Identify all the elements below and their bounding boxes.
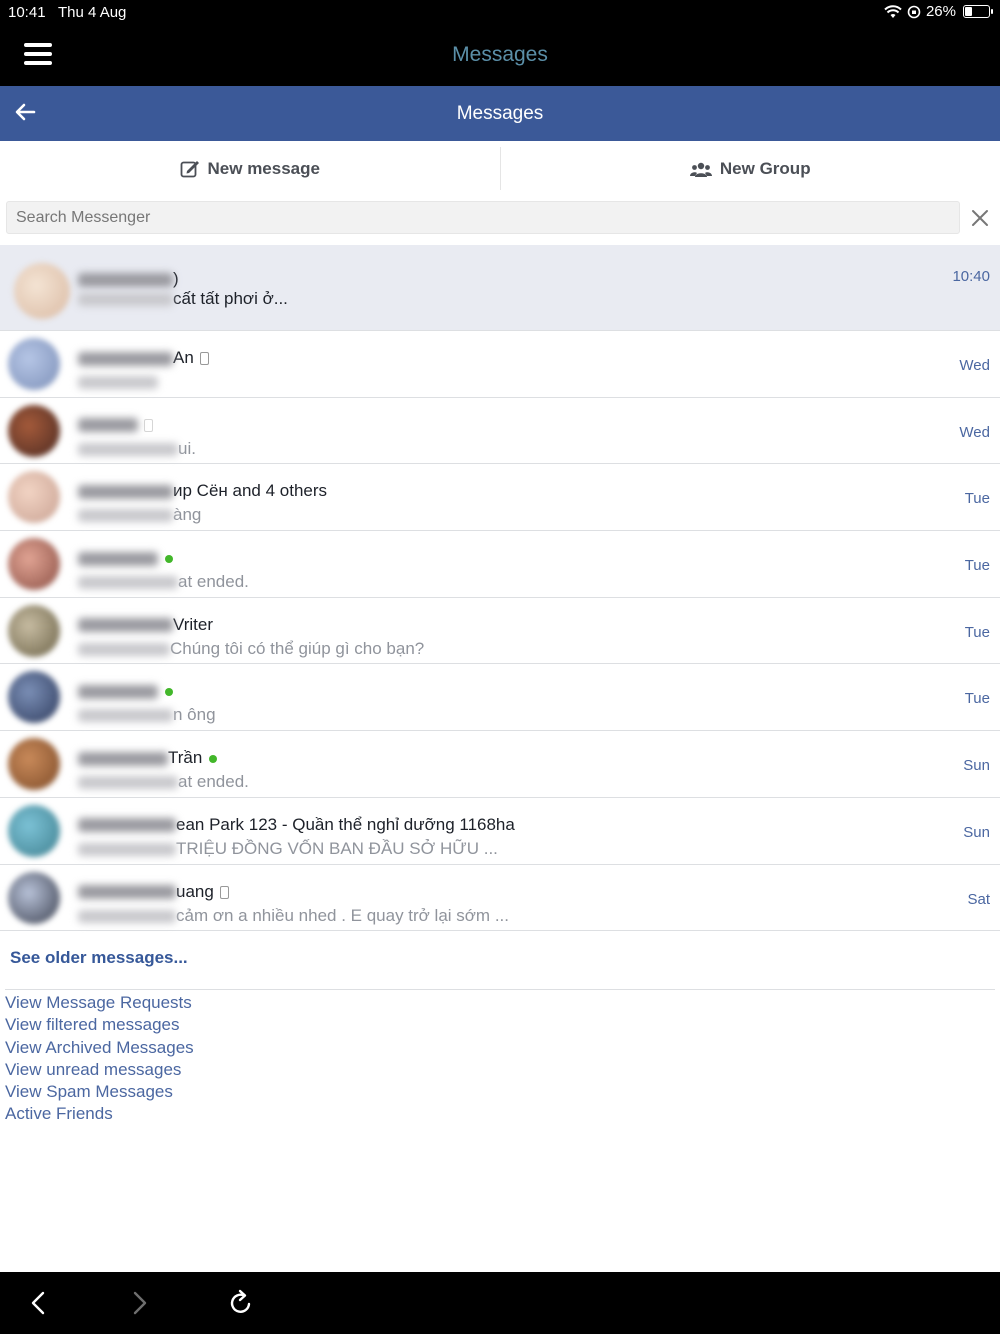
thread-item[interactable]: ) cất tất phơi ở... 10:40 [0,245,1000,331]
thread-item[interactable]: ui. Wed [0,398,1000,465]
link-filtered-messages[interactable]: View filtered messages [5,1014,194,1036]
thread-name [78,415,153,435]
thread-snippet: àng [78,505,201,525]
avatar [8,604,60,657]
thread-item[interactable]: An Wed [0,331,1000,398]
avatar [8,871,60,924]
thread-snippet: ui. [78,439,196,459]
browser-toolbar [0,1272,1000,1334]
status-date: Thu 4 Aug [58,4,127,21]
link-archived-messages[interactable]: View Archived Messages [5,1037,194,1059]
mobile-icon [144,418,153,432]
new-message-button[interactable]: New message [0,141,500,196]
app-title: Messages [452,43,548,66]
mobile-icon [219,885,229,899]
new-message-label: New message [207,158,320,178]
thread-time: Tue [964,490,990,508]
avatar [8,671,60,724]
thread-name: Trần [78,748,218,768]
new-group-label: New Group [719,158,811,178]
thread-time: Sun [963,757,990,775]
battery-icon [963,5,993,18]
avatar [14,263,70,319]
wifi-icon [884,4,902,18]
link-message-requests[interactable]: View Message Requests [5,992,194,1014]
thread-snippet: at ended. [78,572,249,592]
thread-time: Wed [959,423,990,441]
thread-snippet: at ended. [78,772,249,792]
thread-time: Sat [967,890,990,908]
thread-snippet: Chúng tôi có thể giúp gì cho bạn? [78,639,424,659]
thread-snippet: n ông [78,705,216,725]
reload-icon[interactable] [226,1288,256,1318]
thread-name: Vriter [78,615,213,635]
link-unread-messages[interactable]: View unread messages [5,1059,194,1081]
thread-item[interactable]: n ông Tue [0,664,1000,732]
thread-item[interactable]: ean Park 123 - Quần thể nghỉ dưỡng 1168h… [0,798,1000,865]
link-spam-messages[interactable]: View Spam Messages [5,1081,194,1103]
thread-snippet: cất tất phơi ở... [78,289,288,309]
message-links: View Message Requests View filtered mess… [5,992,194,1126]
thread-snippet: TRIỆU ĐỒNG VỐN BAN ĐẦU SỞ HỮU ... [78,839,498,859]
online-dot [165,687,173,696]
thread-item[interactable]: Vriter Chúng tôi có thể giúp gì cho bạn?… [0,598,1000,665]
online-dot [209,754,218,763]
thread-name: An [78,348,209,368]
thread-name: ) [78,269,179,289]
page-title: Messages [456,103,544,124]
compose-icon [180,160,199,177]
thread-time: Tue [964,557,990,575]
browser-forward-icon[interactable] [124,1288,154,1318]
thread-item[interactable]: at ended. Tue [0,531,1000,598]
thread-time: Sun [963,823,990,841]
avatar [8,404,60,457]
thread-list: ) cất tất phơi ở... 10:40 An Wed ui. Wed… [0,245,1000,932]
close-icon[interactable] [969,207,991,229]
divider [5,989,995,990]
thread-time: Tue [964,690,990,708]
thread-name: ean Park 123 - Quần thể nghỉ dưỡng 1168h… [78,815,515,835]
battery-percent: 26% [925,3,956,20]
link-active-friends[interactable]: Active Friends [5,1103,194,1125]
avatar [8,738,60,791]
thread-name [78,548,173,568]
thread-name: uang [78,882,229,902]
search-placeholder: Search Messenger [16,209,151,226]
thread-time: Wed [959,357,990,374]
avatar [8,338,60,390]
thread-snippet: cảm ơn a nhiều nhed . E quay trở lại sớm… [78,906,509,926]
status-bar: 10:41 Thu 4 Aug 26% [0,0,1000,26]
thread-item[interactable]: Trần at ended. Sun [0,731,1000,798]
search-input[interactable]: Search Messenger [6,201,960,234]
thread-time: 10:40 [952,268,990,285]
messages-header: Messages [0,86,1000,141]
avatar [8,538,60,591]
thread-name: ир Сён and 4 others [78,481,327,501]
status-right: 26% [884,3,993,20]
thread-time: Tue [964,623,990,641]
online-dot [165,554,173,563]
thread-snippet [78,372,158,392]
status-time: 10:41 [8,4,46,21]
thread-name [78,681,173,701]
thread-item[interactable]: uang cảm ơn a nhiều nhed . E quay trở lạ… [0,865,1000,932]
app-bar: Messages [0,26,1000,86]
group-icon [689,162,712,177]
avatar [8,804,60,857]
avatar [8,471,60,524]
mobile-icon [199,352,209,366]
thread-item[interactable]: ир Сён and 4 others àng Tue [0,464,1000,532]
see-older-link[interactable]: See older messages... [10,948,188,968]
action-row: New message New Group [0,141,1000,196]
new-group-button[interactable]: New Group [501,141,1000,196]
browser-back-icon[interactable] [24,1288,54,1318]
orientation-lock-icon [907,5,921,18]
